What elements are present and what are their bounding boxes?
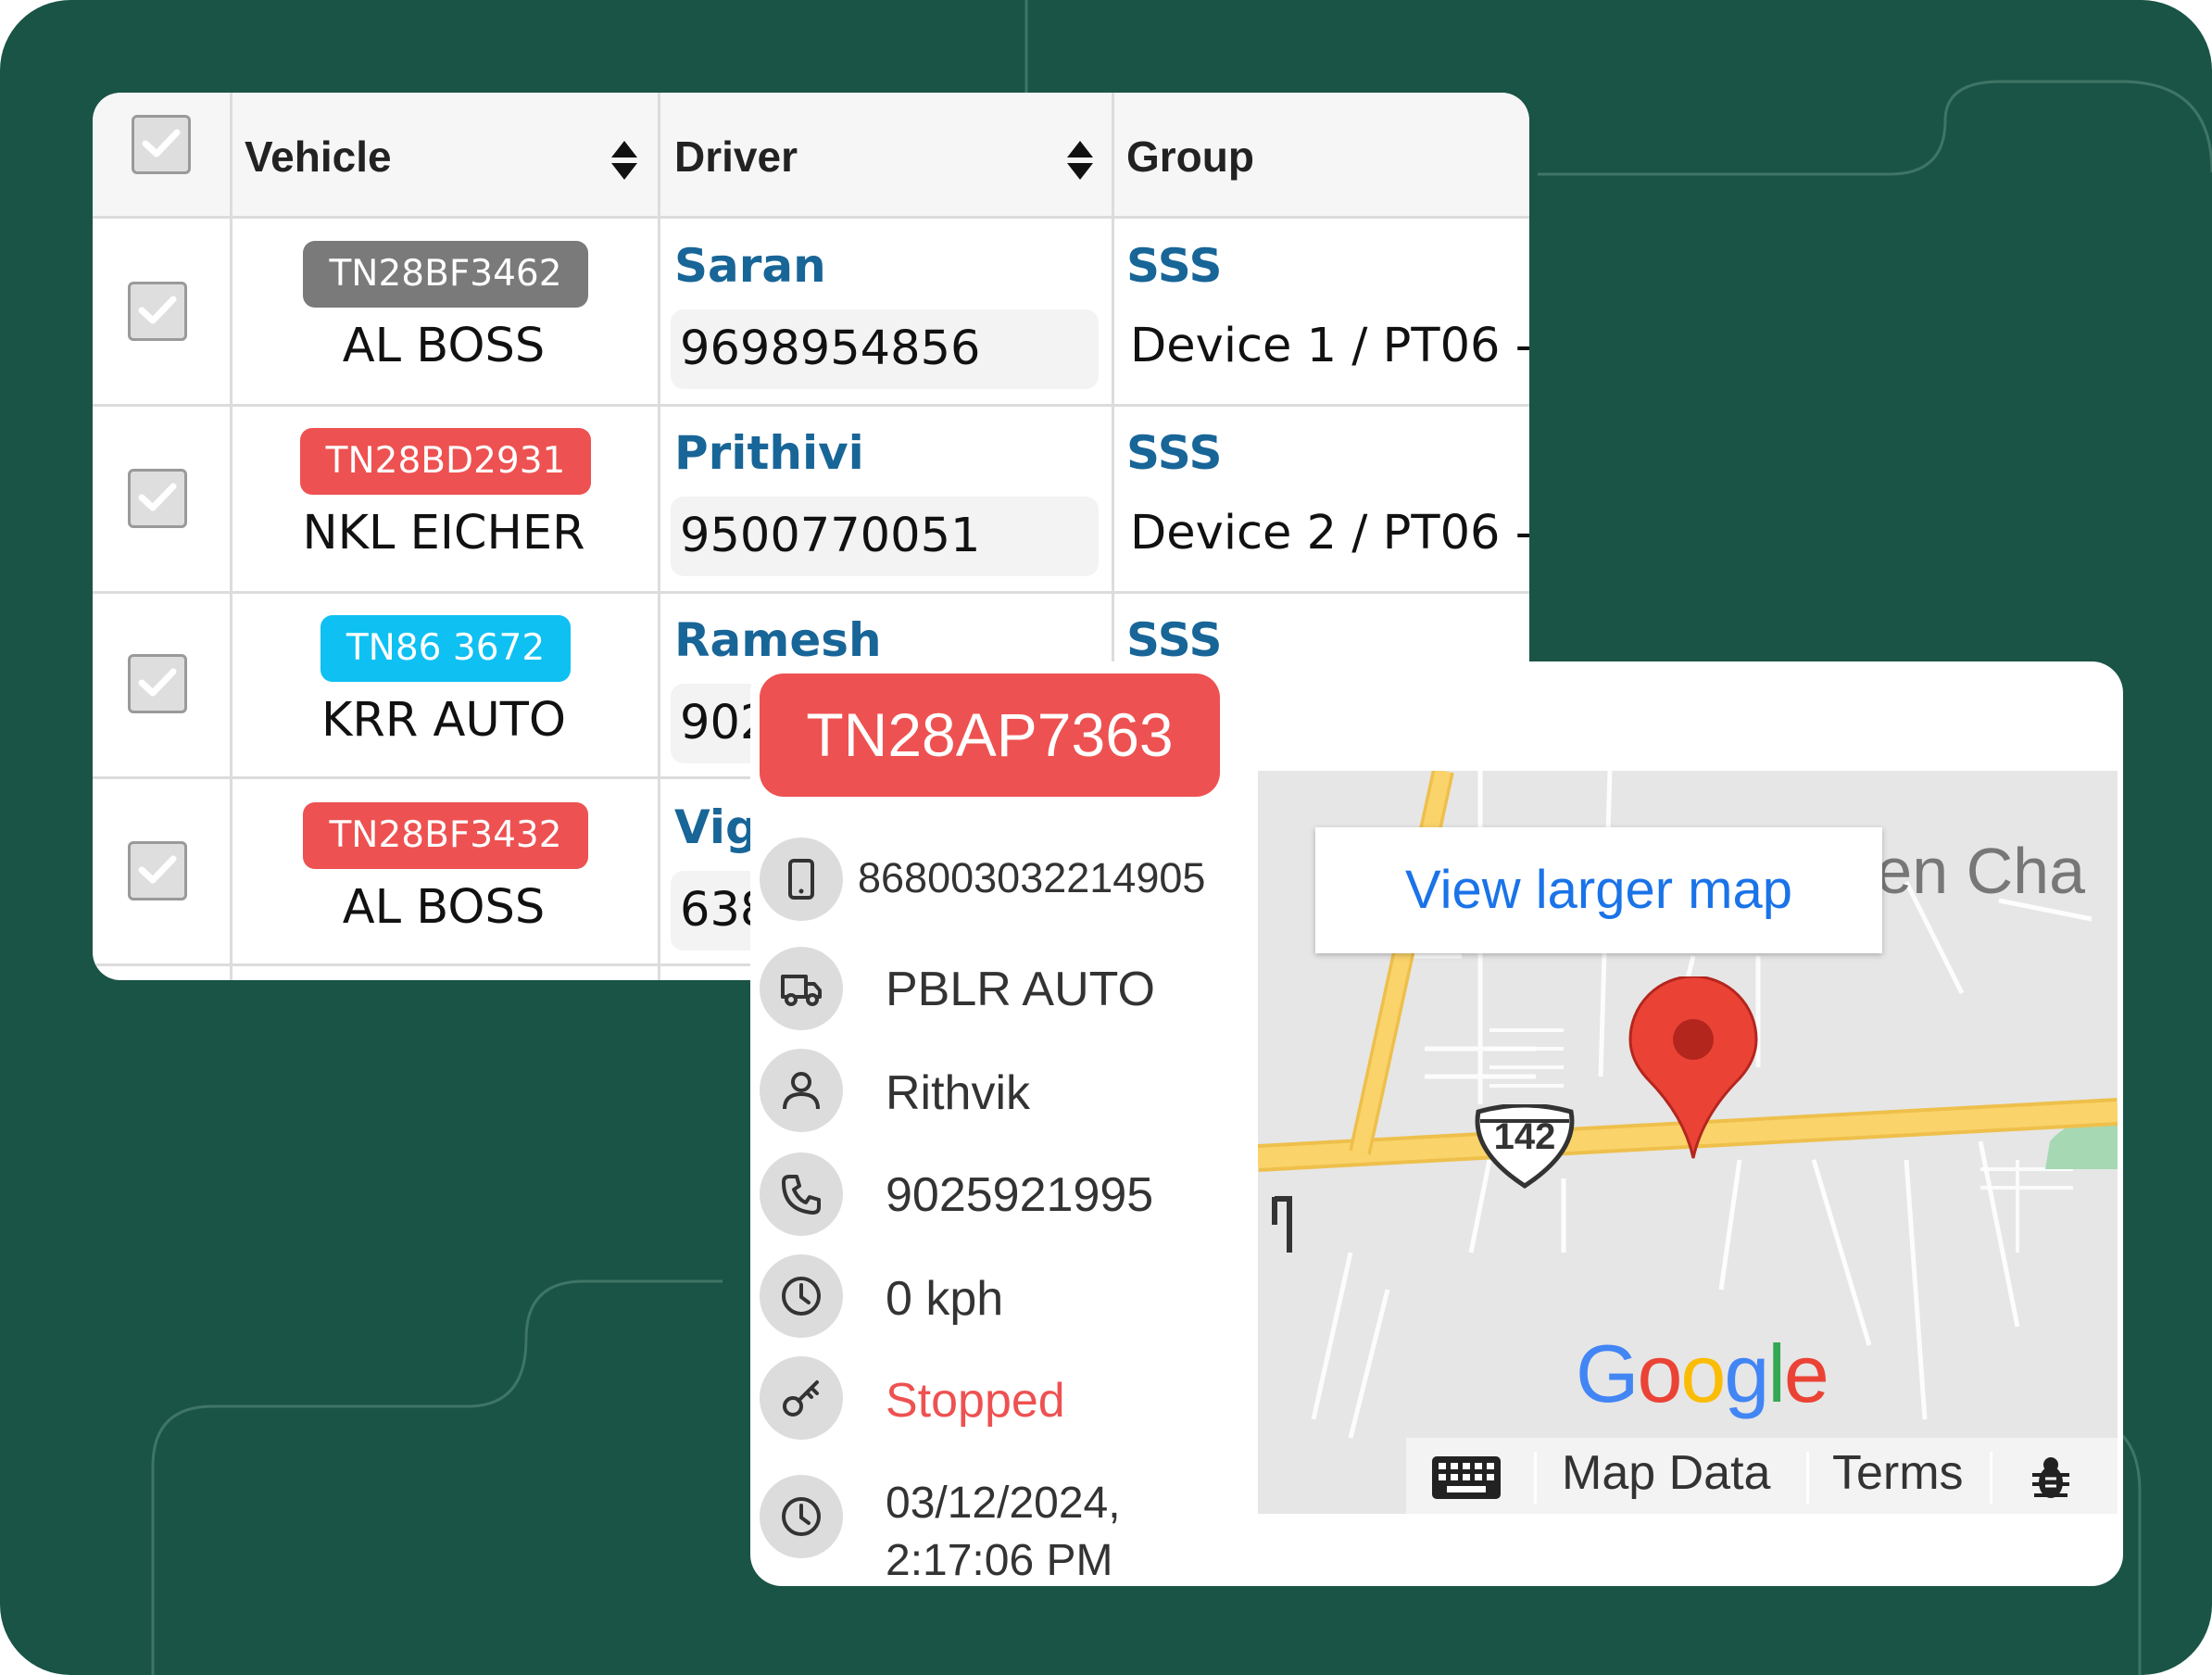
driver-name-link[interactable]: Prithivi <box>674 426 864 480</box>
vehicle-name: KRR AUTO <box>320 693 567 748</box>
plate-badge[interactable]: TN28BF3462 <box>303 241 588 308</box>
google-logo: Google <box>1576 1328 1829 1419</box>
row-checkbox[interactable] <box>128 654 187 713</box>
driver-name-link[interactable]: Ramesh <box>674 613 882 667</box>
row-checkbox[interactable] <box>128 282 187 341</box>
group-name-link[interactable]: SSS <box>1126 239 1223 293</box>
popup-plate-badge: TN28AP7363 <box>760 674 1220 797</box>
timestamp-time: 2:17:06 PM <box>886 1536 1113 1585</box>
screenshot-canvas: Vehicle Driver Group TN28BF3462 AL BOSS … <box>0 0 2212 1675</box>
row-divider <box>93 404 1529 407</box>
clock-icon <box>760 1475 843 1558</box>
report-bug-icon[interactable] <box>2029 1455 2073 1503</box>
device-icon <box>760 838 843 921</box>
row-checkbox[interactable] <box>128 469 187 528</box>
group-device: Device 2 / PT06 - V <box>1130 506 1529 560</box>
driver-name-link[interactable]: Saran <box>674 239 826 293</box>
vehicle-name: AL BOSS <box>342 319 546 373</box>
route-number: 142 <box>1493 1116 1556 1157</box>
driver-phone: 9698954856 <box>671 309 1099 389</box>
driver-phone: 9500770051 <box>671 497 1099 576</box>
row-checkbox[interactable] <box>128 841 187 900</box>
footer-divider <box>1534 1452 1537 1504</box>
truck-icon <box>760 947 843 1030</box>
vehicle-name: AL BOSS <box>342 880 546 935</box>
plate-badge[interactable]: TN28BF3432 <box>303 802 588 869</box>
timestamp-date: 03/12/2024, <box>886 1479 1121 1528</box>
key-icon <box>760 1356 843 1440</box>
plate-badge[interactable]: TN86 3672 <box>320 615 571 682</box>
sort-icon[interactable] <box>610 139 639 182</box>
sort-icon[interactable] <box>1065 139 1095 182</box>
keyboard-icon[interactable] <box>1430 1455 1502 1501</box>
column-header-group[interactable]: Group <box>1126 132 1254 182</box>
row-divider <box>93 591 1529 594</box>
view-larger-map-button[interactable]: View larger map <box>1315 827 1882 953</box>
column-header-vehicle[interactable]: Vehicle <box>245 132 392 182</box>
column-divider <box>658 93 660 980</box>
group-name-link[interactable]: SSS <box>1126 426 1223 480</box>
footer-divider <box>1806 1452 1809 1504</box>
popup-timestamp: 03/12/2024, 2:17:06 PM <box>886 1475 1121 1590</box>
group-device: Device 1 / PT06 - V <box>1130 319 1529 373</box>
group-name-link[interactable]: SSS <box>1126 613 1223 667</box>
select-all-checkbox[interactable] <box>132 115 191 174</box>
popup-phone: 9025921995 <box>886 1168 1154 1222</box>
phone-icon <box>760 1152 843 1236</box>
person-icon <box>760 1049 843 1132</box>
map-place-label: ren Cha <box>1854 835 2086 907</box>
vehicle-name: NKL EICHER <box>302 506 585 560</box>
terms-link[interactable]: Terms <box>1832 1445 1964 1501</box>
location-marker-icon[interactable] <box>1628 976 1758 1162</box>
popup-driver-name: Rithvik <box>886 1066 1031 1120</box>
popup-vehicle-name: PBLR AUTO <box>886 963 1155 1016</box>
device-imei: 868003032214905 <box>858 854 1206 901</box>
clock-icon <box>760 1254 843 1338</box>
driver-name-link[interactable]: Vig <box>674 800 759 854</box>
map-data-link[interactable]: Map Data <box>1562 1445 1770 1501</box>
footer-divider <box>1990 1452 1992 1504</box>
popup-speed: 0 kph <box>886 1272 1004 1326</box>
column-header-driver[interactable]: Driver <box>674 132 798 182</box>
plate-badge[interactable]: TN28BD2931 <box>300 428 591 495</box>
map-view[interactable]: 142 ren Cha View larger map Google Map D… <box>1258 771 2118 1514</box>
popup-status: Stopped <box>886 1374 1065 1428</box>
